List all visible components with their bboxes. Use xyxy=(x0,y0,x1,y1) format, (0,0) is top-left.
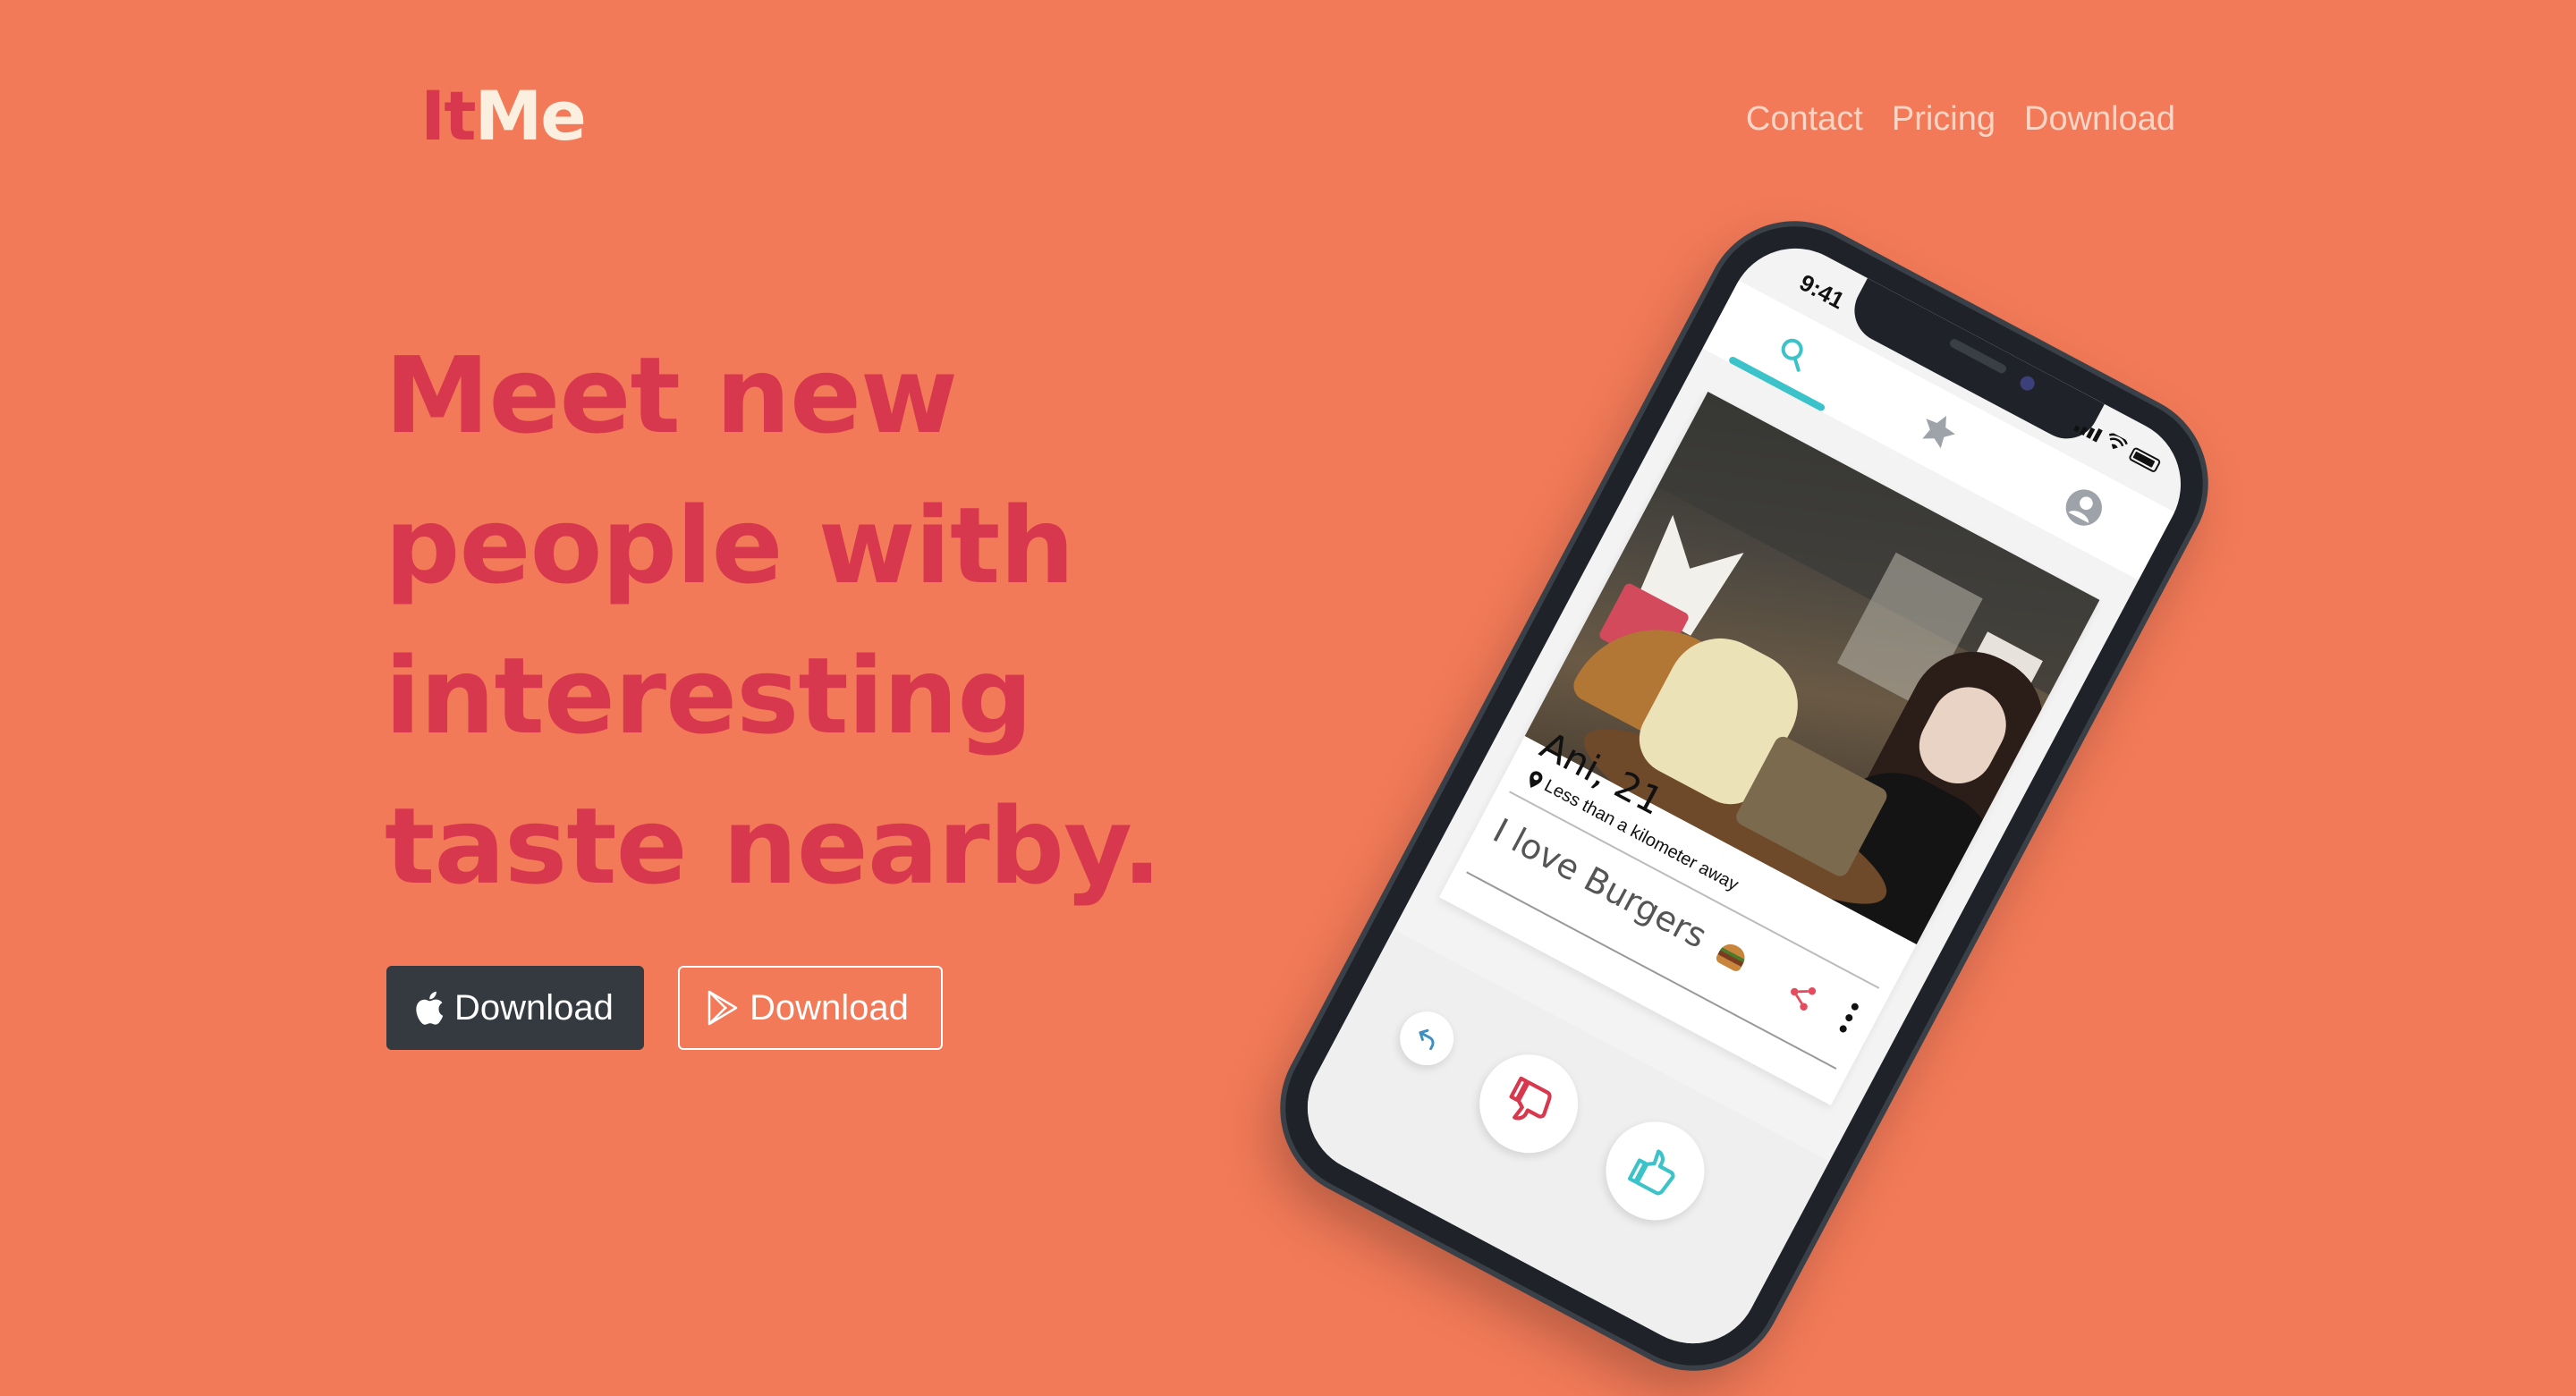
headline-line-3: interesting xyxy=(385,634,1033,757)
wifi-icon xyxy=(2108,433,2128,450)
tab-search[interactable] xyxy=(1727,294,1859,412)
signal-icon xyxy=(2073,419,2103,443)
location-pin-icon xyxy=(1530,770,1543,788)
app-store-download-label: Download xyxy=(454,987,614,1028)
dislike-button[interactable] xyxy=(1462,1036,1596,1171)
phone-mockup: 9:41 Ani, 21 Less than a kilometer away … xyxy=(1255,196,2233,1396)
phone-screen: 9:41 Ani, 21 Less than a kilometer away … xyxy=(1284,224,2205,1367)
google-play-icon xyxy=(708,990,738,1026)
logo[interactable]: ItMe xyxy=(420,82,587,150)
app-store-download-button[interactable]: Download xyxy=(386,966,644,1050)
phone-camera xyxy=(2017,373,2038,393)
user-icon xyxy=(2065,489,2102,526)
share-icon[interactable] xyxy=(1781,975,1822,1016)
undo-button[interactable] xyxy=(1390,1002,1463,1075)
apple-icon xyxy=(416,991,444,1025)
thumbs-down-icon xyxy=(1509,1076,1552,1121)
phone-speaker xyxy=(1948,337,2008,376)
battery-icon xyxy=(2128,446,2162,474)
status-time: 9:41 xyxy=(1795,268,1850,315)
google-play-download-label: Download xyxy=(750,987,909,1028)
nav-link-pricing[interactable]: Pricing xyxy=(1892,102,1996,136)
search-icon xyxy=(1781,338,1803,372)
headline-line-1: Meet new xyxy=(385,334,958,457)
like-button[interactable] xyxy=(1589,1104,1722,1238)
undo-icon xyxy=(1419,1028,1435,1051)
headline-line-2: people with xyxy=(385,484,1074,607)
logo-part-me: Me xyxy=(474,76,587,156)
thumbs-up-icon xyxy=(1627,1149,1675,1196)
headline-line-4: taste nearby. xyxy=(385,784,1162,908)
top-nav: Contact Pricing Download xyxy=(1746,102,2175,136)
burger-icon xyxy=(1715,939,1750,973)
tab-profile[interactable] xyxy=(2019,448,2149,566)
logo-part-it: It xyxy=(420,76,477,156)
google-play-download-button[interactable]: Download xyxy=(678,966,943,1050)
nav-link-contact[interactable]: Contact xyxy=(1746,102,1863,136)
more-options-icon[interactable] xyxy=(1838,1002,1860,1034)
nav-link-download[interactable]: Download xyxy=(2024,102,2175,136)
star-icon xyxy=(1922,416,1955,449)
hero-headline: Meet new people with interesting taste n… xyxy=(385,320,1162,921)
